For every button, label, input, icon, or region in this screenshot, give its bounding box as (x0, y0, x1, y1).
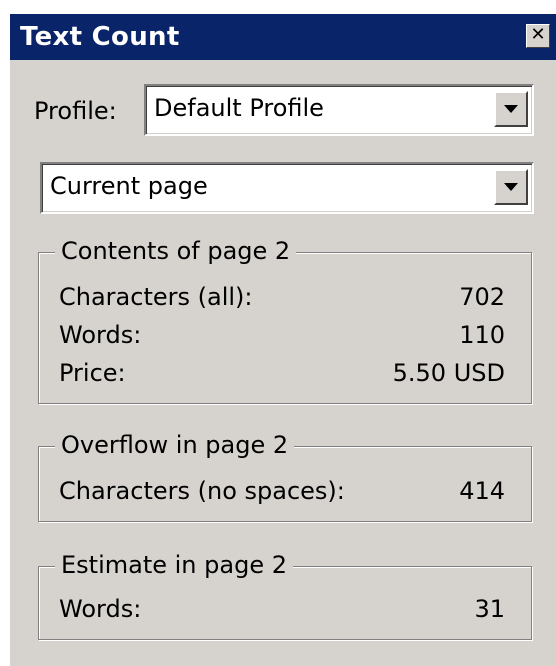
scope-dropdown-button[interactable] (494, 169, 528, 205)
estimate-row-words: Words: 31 (59, 595, 505, 625)
contents-legend: Contents of page 2 (55, 237, 297, 265)
text-count-panel: Text Count ✕ Profile: Default Profile Cu… (8, 14, 556, 666)
estimate-legend: Estimate in page 2 (55, 551, 293, 579)
scope-selected-value: Current page (50, 172, 208, 200)
row-label: Characters (no spaces): (59, 477, 345, 505)
row-value: 414 (459, 477, 505, 505)
overflow-row-characters: Characters (no spaces): 414 (59, 477, 505, 507)
profile-dropdown-button[interactable] (494, 91, 528, 127)
profile-dropdown[interactable]: Default Profile (144, 84, 534, 136)
contents-row-words: Words: 110 (59, 321, 505, 351)
overflow-group: Overflow in page 2 Characters (no spaces… (38, 431, 532, 522)
row-label: Price: (59, 359, 126, 387)
row-value: 31 (474, 595, 505, 623)
contents-row-characters: Characters (all): 702 (59, 283, 505, 313)
row-value: 110 (459, 321, 505, 349)
window-title: Text Count (20, 22, 180, 52)
row-value: 5.50 USD (392, 359, 505, 387)
estimate-group: Estimate in page 2 Words: 31 (38, 551, 532, 640)
scope-dropdown[interactable]: Current page (40, 162, 534, 214)
profile-selected-value: Default Profile (154, 94, 324, 122)
profile-label: Profile: (34, 97, 117, 125)
row-label: Characters (all): (59, 283, 253, 311)
title-bar[interactable]: Text Count ✕ (10, 14, 556, 60)
contents-row-price: Price: 5.50 USD (59, 359, 505, 389)
close-icon: ✕ (530, 24, 546, 45)
row-label: Words: (59, 595, 142, 623)
row-value: 702 (459, 283, 505, 311)
overflow-legend: Overflow in page 2 (55, 431, 295, 459)
close-button[interactable]: ✕ (526, 24, 550, 48)
row-label: Words: (59, 321, 142, 349)
contents-group: Contents of page 2 Characters (all): 702… (38, 237, 532, 404)
